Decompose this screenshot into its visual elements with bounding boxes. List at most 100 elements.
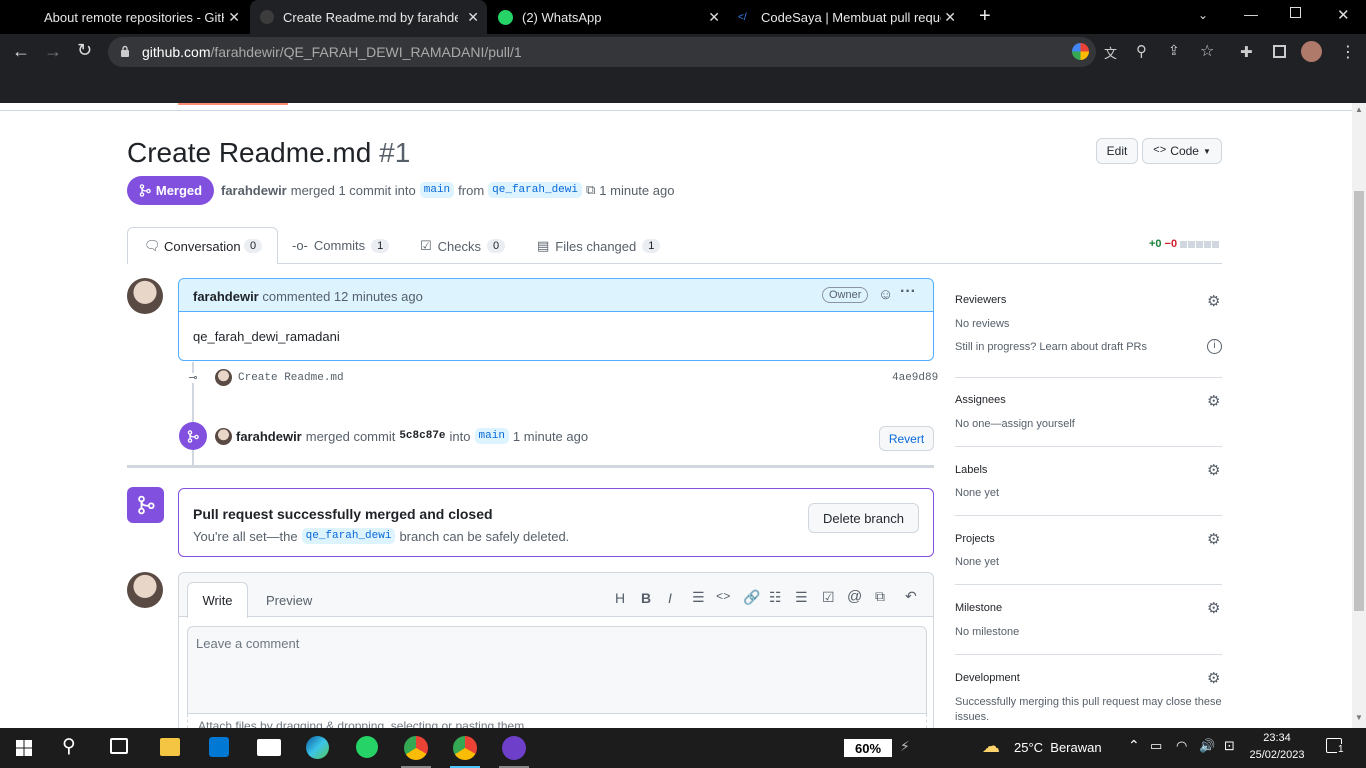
avatar[interactable] (127, 278, 163, 314)
clock-date[interactable]: 25/02/2023 (1247, 749, 1307, 761)
close-icon[interactable]: ✕ (228, 9, 240, 26)
browser-tab[interactable]: </ CodeSaya | Membuat pull reques ✕ (728, 0, 964, 34)
file-explorer-icon[interactable] (160, 738, 180, 756)
search-icon[interactable]: ⚲ (62, 735, 76, 758)
edge-icon[interactable] (306, 736, 329, 759)
smiley-icon[interactable]: ☺ (878, 286, 893, 303)
more-horizontal-icon[interactable]: ··· (900, 283, 916, 301)
share-icon[interactable]: ⇪ (1168, 42, 1180, 59)
power-plug-icon[interactable]: ⚡ (900, 738, 910, 755)
reply-icon[interactable]: ↶ (905, 588, 917, 605)
info-icon[interactable]: i (1207, 339, 1222, 354)
scrollbar-thumb[interactable] (1354, 191, 1364, 611)
unordered-list-icon[interactable]: ☷ (769, 589, 782, 606)
comment-time[interactable]: 12 minutes ago (334, 289, 423, 304)
clock-time[interactable]: 23:34 (1247, 732, 1307, 744)
merge-author[interactable]: farahdewir (236, 429, 302, 444)
browser-tab[interactable]: About remote repositories - GitH ✕ (0, 0, 248, 34)
browser-tab[interactable]: (2) WhatsApp ✕ (488, 0, 728, 34)
tab-files-changed[interactable]: ▤ Files changed 1 (537, 238, 661, 254)
link-icon[interactable]: 🔗 (743, 589, 760, 606)
tab-conversation[interactable]: 🗨 Conversation 0 (127, 227, 278, 264)
minimize-icon[interactable]: — (1244, 6, 1258, 22)
battery-percent[interactable]: 60% (844, 739, 892, 757)
google-icon[interactable] (1072, 43, 1089, 60)
store-icon[interactable] (209, 737, 229, 757)
reload-icon[interactable]: ↻ (77, 40, 92, 61)
translate-icon[interactable]: 文 (1104, 43, 1117, 62)
whatsapp-icon[interactable] (356, 736, 378, 758)
draft-pr-note[interactable]: Still in progress? Learn about draft PRs (955, 341, 1147, 353)
comment-author[interactable]: farahdewir (193, 289, 259, 304)
tab-checks[interactable]: ☑ Checks 0 (420, 238, 506, 254)
commit-sha[interactable]: 4ae9d89 (892, 372, 938, 384)
task-list-icon[interactable]: ☑ (822, 589, 835, 606)
zoom-icon[interactable]: ⚲ (1136, 42, 1147, 60)
scroll-up-icon[interactable]: ▲ (1355, 105, 1363, 114)
github-desktop-icon[interactable] (502, 736, 526, 760)
copy-icon[interactable]: ⧉ (586, 182, 595, 198)
back-icon[interactable]: ← (12, 41, 30, 62)
chrome-profile-icon[interactable] (453, 736, 477, 760)
windows-start-icon[interactable] (16, 740, 32, 756)
volume-icon[interactable]: 🔊 (1199, 738, 1215, 754)
avatar[interactable] (127, 572, 163, 608)
bookmark-star-icon[interactable]: ☆ (1200, 41, 1214, 61)
code-button[interactable]: <> Code ▼ (1142, 138, 1222, 164)
heading-icon[interactable]: H (615, 590, 625, 606)
mention-icon[interactable]: @ (847, 588, 862, 605)
extensions-icon[interactable]: ✚ (1240, 43, 1253, 61)
code-icon[interactable]: <> (716, 590, 730, 604)
forward-icon[interactable]: → (44, 41, 62, 62)
battery-icon[interactable]: ▭ (1150, 738, 1162, 754)
menu-kebab-icon[interactable]: ⋮ (1340, 42, 1356, 62)
delete-branch-button[interactable]: Delete branch (808, 503, 919, 533)
commit-message[interactable]: Create Readme.md (238, 372, 344, 384)
cross-reference-icon[interactable]: ⧉ (875, 588, 885, 605)
base-branch[interactable]: main (419, 182, 455, 198)
merged-branch[interactable]: qe_farah_dewi (301, 528, 396, 544)
weather-text[interactable]: 25°C Berawan (1014, 740, 1102, 755)
italic-icon[interactable]: I (668, 590, 672, 606)
meet-icon[interactable]: ⊡ (1224, 738, 1235, 754)
chevron-up-icon[interactable]: ⌃ (1128, 737, 1140, 754)
edit-button[interactable]: Edit (1096, 138, 1138, 164)
gear-icon[interactable]: ⚙ (1207, 392, 1220, 410)
gear-icon[interactable]: ⚙ (1207, 669, 1220, 687)
comment-textarea[interactable]: Leave a comment (187, 626, 927, 714)
new-tab-icon[interactable]: + (979, 5, 991, 28)
profile-avatar-icon[interactable] (1301, 41, 1322, 62)
restore-icon[interactable] (1290, 7, 1301, 18)
chrome-icon[interactable] (404, 736, 428, 760)
gear-icon[interactable]: ⚙ (1207, 599, 1220, 617)
merge-branch[interactable]: main (474, 428, 509, 444)
revert-button[interactable]: Revert (879, 426, 934, 451)
head-branch[interactable]: qe_farah_dewi (488, 182, 582, 198)
close-icon[interactable]: ✕ (467, 9, 479, 26)
side-panel-icon[interactable] (1273, 45, 1286, 58)
close-icon[interactable]: ✕ (944, 9, 956, 26)
write-tab[interactable]: Write (187, 582, 248, 618)
close-icon[interactable]: ✕ (708, 9, 720, 26)
preview-tab[interactable]: Preview (266, 593, 312, 608)
weather-icon[interactable]: ☁ (982, 736, 1000, 757)
tab-commits[interactable]: -o- Commits 1 (292, 238, 390, 253)
mail-icon[interactable] (257, 739, 281, 756)
merge-commit-sha[interactable]: 5c8c87e (399, 430, 445, 442)
tab-search-chevron-icon[interactable]: ⌄ (1198, 8, 1208, 22)
assignees-value[interactable]: No one—assign yourself (955, 418, 1075, 430)
window-close-icon[interactable]: ✕ (1337, 6, 1350, 24)
address-bar[interactable]: github.com/farahdewir/QE_FARAH_DEWI_RAMA… (108, 37, 1214, 67)
wifi-icon[interactable]: ◠ (1176, 738, 1187, 754)
gear-icon[interactable]: ⚙ (1207, 292, 1220, 310)
ordered-list-icon[interactable]: ☰ (795, 589, 808, 606)
gear-icon[interactable]: ⚙ (1207, 461, 1220, 479)
task-view-icon[interactable] (110, 738, 128, 754)
merge-event-time[interactable]: 1 minute ago (513, 429, 588, 444)
scroll-down-icon[interactable]: ▼ (1355, 713, 1363, 722)
quote-icon[interactable]: ☰ (692, 589, 705, 606)
author-link[interactable]: farahdewir (221, 183, 287, 198)
bold-icon[interactable]: B (641, 590, 651, 606)
page-scrollbar[interactable]: ▲ ▼ (1352, 103, 1366, 728)
browser-tab-active[interactable]: Create Readme.md by farahdewir ✕ (250, 0, 487, 34)
